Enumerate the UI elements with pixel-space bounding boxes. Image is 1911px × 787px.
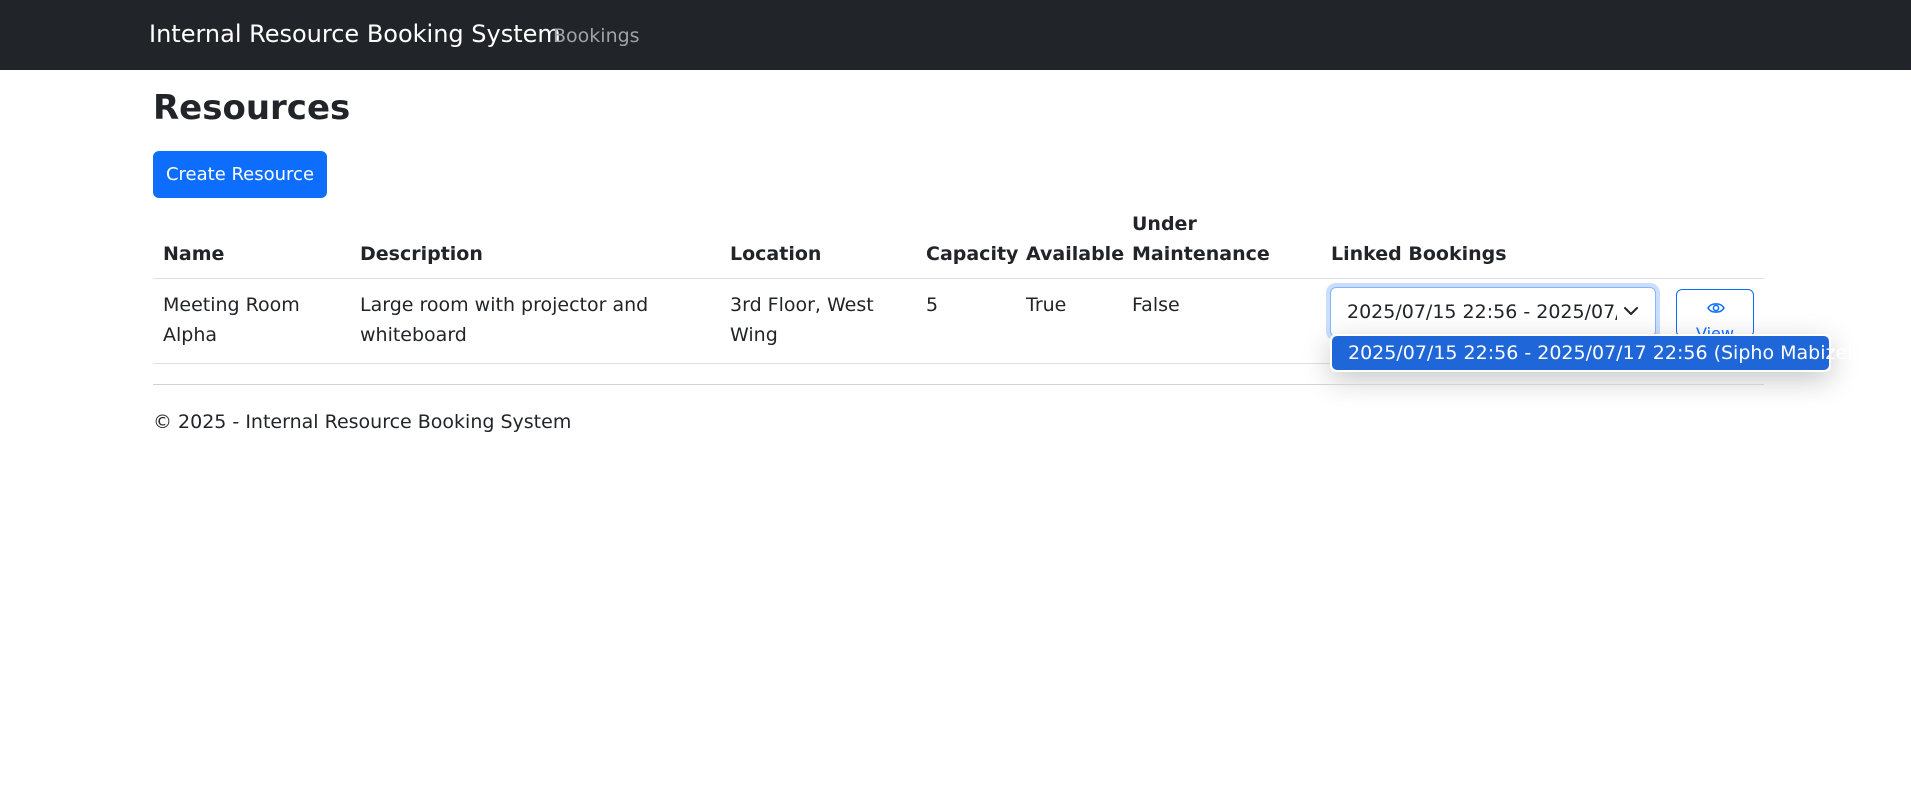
column-header-available: Available: [1026, 243, 1125, 265]
cell-location-line1: 3rd Floor, West: [730, 294, 874, 316]
nav-link-bookings[interactable]: Bookings: [553, 25, 640, 47]
column-header-linked-bookings: Linked Bookings: [1331, 243, 1507, 265]
cell-name-line2: Alpha: [163, 324, 218, 346]
cell-under-maintenance: False: [1132, 294, 1180, 316]
footer-copyright: © 2025 - Internal Resource Booking Syste…: [153, 411, 572, 433]
footer-divider: [153, 384, 1764, 385]
cell-description-line2: whiteboard: [360, 324, 467, 346]
navbar-brand[interactable]: Internal Resource Booking System: [149, 20, 561, 48]
view-button[interactable]: View: [1676, 289, 1754, 337]
linked-bookings-select[interactable]: 2025/07/15 22:56 - 2025/07/17 22:56 (Sip…: [1330, 287, 1656, 337]
cell-capacity: 5: [926, 294, 939, 316]
column-header-name: Name: [163, 243, 225, 265]
linked-bookings-option[interactable]: 2025/07/15 22:56 - 2025/07/17 22:56 (Sip…: [1332, 336, 1871, 370]
column-header-description: Description: [360, 243, 483, 265]
column-header-maintenance-line1: Under: [1132, 213, 1197, 235]
cell-location-line2: Wing: [730, 324, 778, 346]
eye-icon: [1707, 303, 1725, 313]
create-resource-button[interactable]: Create Resource: [153, 151, 327, 198]
linked-bookings-selected-value: 2025/07/15 22:56 - 2025/07/17 22:56 (Sip…: [1347, 301, 1617, 323]
column-header-capacity: Capacity: [926, 243, 1019, 265]
top-navbar: Internal Resource Booking System Booking…: [0, 0, 1911, 70]
cell-name-line1: Meeting Room: [163, 294, 300, 316]
table-header-divider: [153, 278, 1764, 279]
cell-description-line1: Large room with projector and: [360, 294, 649, 316]
page-title: Resources: [153, 88, 351, 128]
chevron-down-icon: [1624, 307, 1638, 315]
column-header-maintenance-line2: Maintenance: [1132, 243, 1270, 265]
linked-bookings-dropdown-list: 2025/07/15 22:56 - 2025/07/17 22:56 (Sip…: [1330, 334, 1871, 372]
column-header-location: Location: [730, 243, 822, 265]
cell-available: True: [1026, 294, 1067, 316]
